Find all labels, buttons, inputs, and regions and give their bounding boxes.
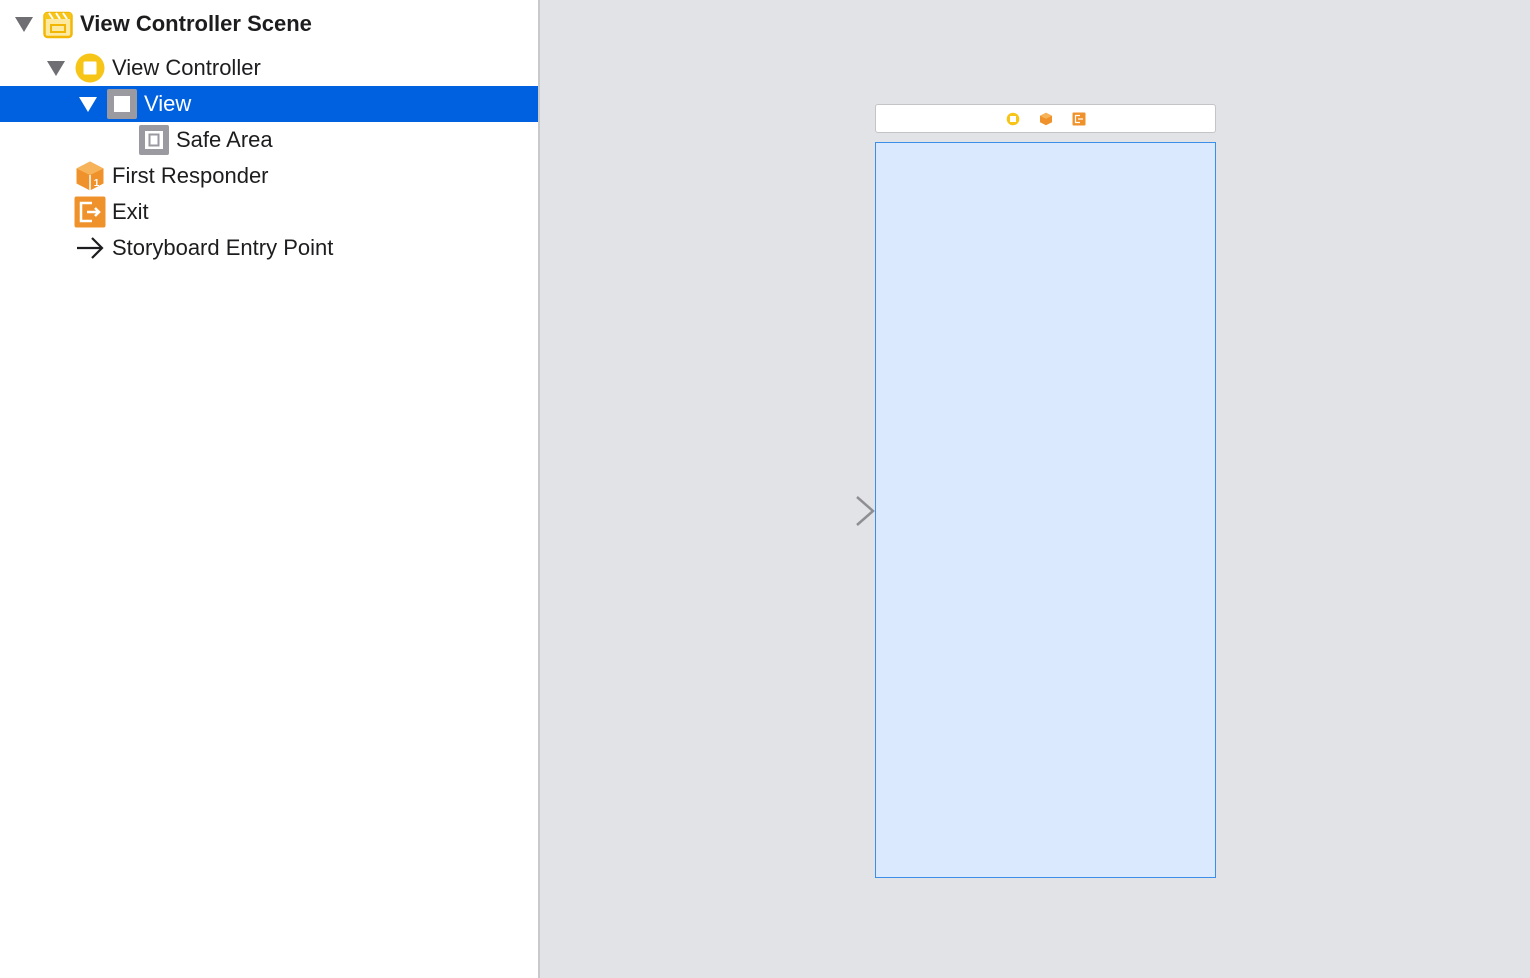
- outline-item-label: Exit: [112, 199, 149, 224]
- view-controller-icon: [74, 52, 106, 84]
- first-responder-icon[interactable]: [1039, 112, 1053, 126]
- disclosure-triangle-icon[interactable]: [79, 97, 97, 112]
- disclosure-triangle-icon[interactable]: [47, 61, 65, 76]
- view-controller-icon[interactable]: [1006, 112, 1020, 126]
- safe-area-icon: [138, 124, 170, 156]
- disclosure-triangle-icon[interactable]: [15, 17, 33, 32]
- outline-item-label: View Controller Scene: [80, 11, 312, 36]
- arrow-right-icon: [74, 232, 106, 264]
- outline-item-label: First Responder: [112, 163, 269, 188]
- root-view[interactable]: [875, 142, 1216, 878]
- outline-item-label: View: [144, 91, 192, 116]
- outline-item-first-responder[interactable]: 1 First Responder: [0, 158, 538, 194]
- interface-builder: View Controller Scene View Controller Vi…: [0, 0, 1530, 978]
- svg-text:1: 1: [94, 178, 100, 189]
- document-outline: View Controller Scene View Controller Vi…: [0, 0, 540, 978]
- outline-item-safe-area[interactable]: Safe Area: [0, 122, 538, 158]
- outline-item-view-controller[interactable]: View Controller: [0, 50, 538, 86]
- outline-item-label: Safe Area: [176, 127, 273, 152]
- storyboard-canvas[interactable]: [540, 0, 1530, 978]
- scene-dock[interactable]: [875, 104, 1216, 133]
- scene-icon: [42, 8, 74, 40]
- exit-icon: [74, 196, 106, 228]
- outline-item-exit[interactable]: Exit: [0, 194, 538, 230]
- outline-item-label: View Controller: [112, 55, 261, 80]
- first-responder-icon: 1: [74, 160, 106, 192]
- storyboard-entry-arrow-icon[interactable]: [785, 494, 879, 528]
- view-icon: [106, 88, 138, 120]
- outline-item-view-controller-scene[interactable]: View Controller Scene: [0, 6, 538, 42]
- outline-item-view[interactable]: View: [0, 86, 538, 122]
- outline-item-label: Storyboard Entry Point: [112, 235, 334, 260]
- outline-item-storyboard-entry-point[interactable]: Storyboard Entry Point: [0, 230, 538, 266]
- exit-icon[interactable]: [1072, 112, 1086, 126]
